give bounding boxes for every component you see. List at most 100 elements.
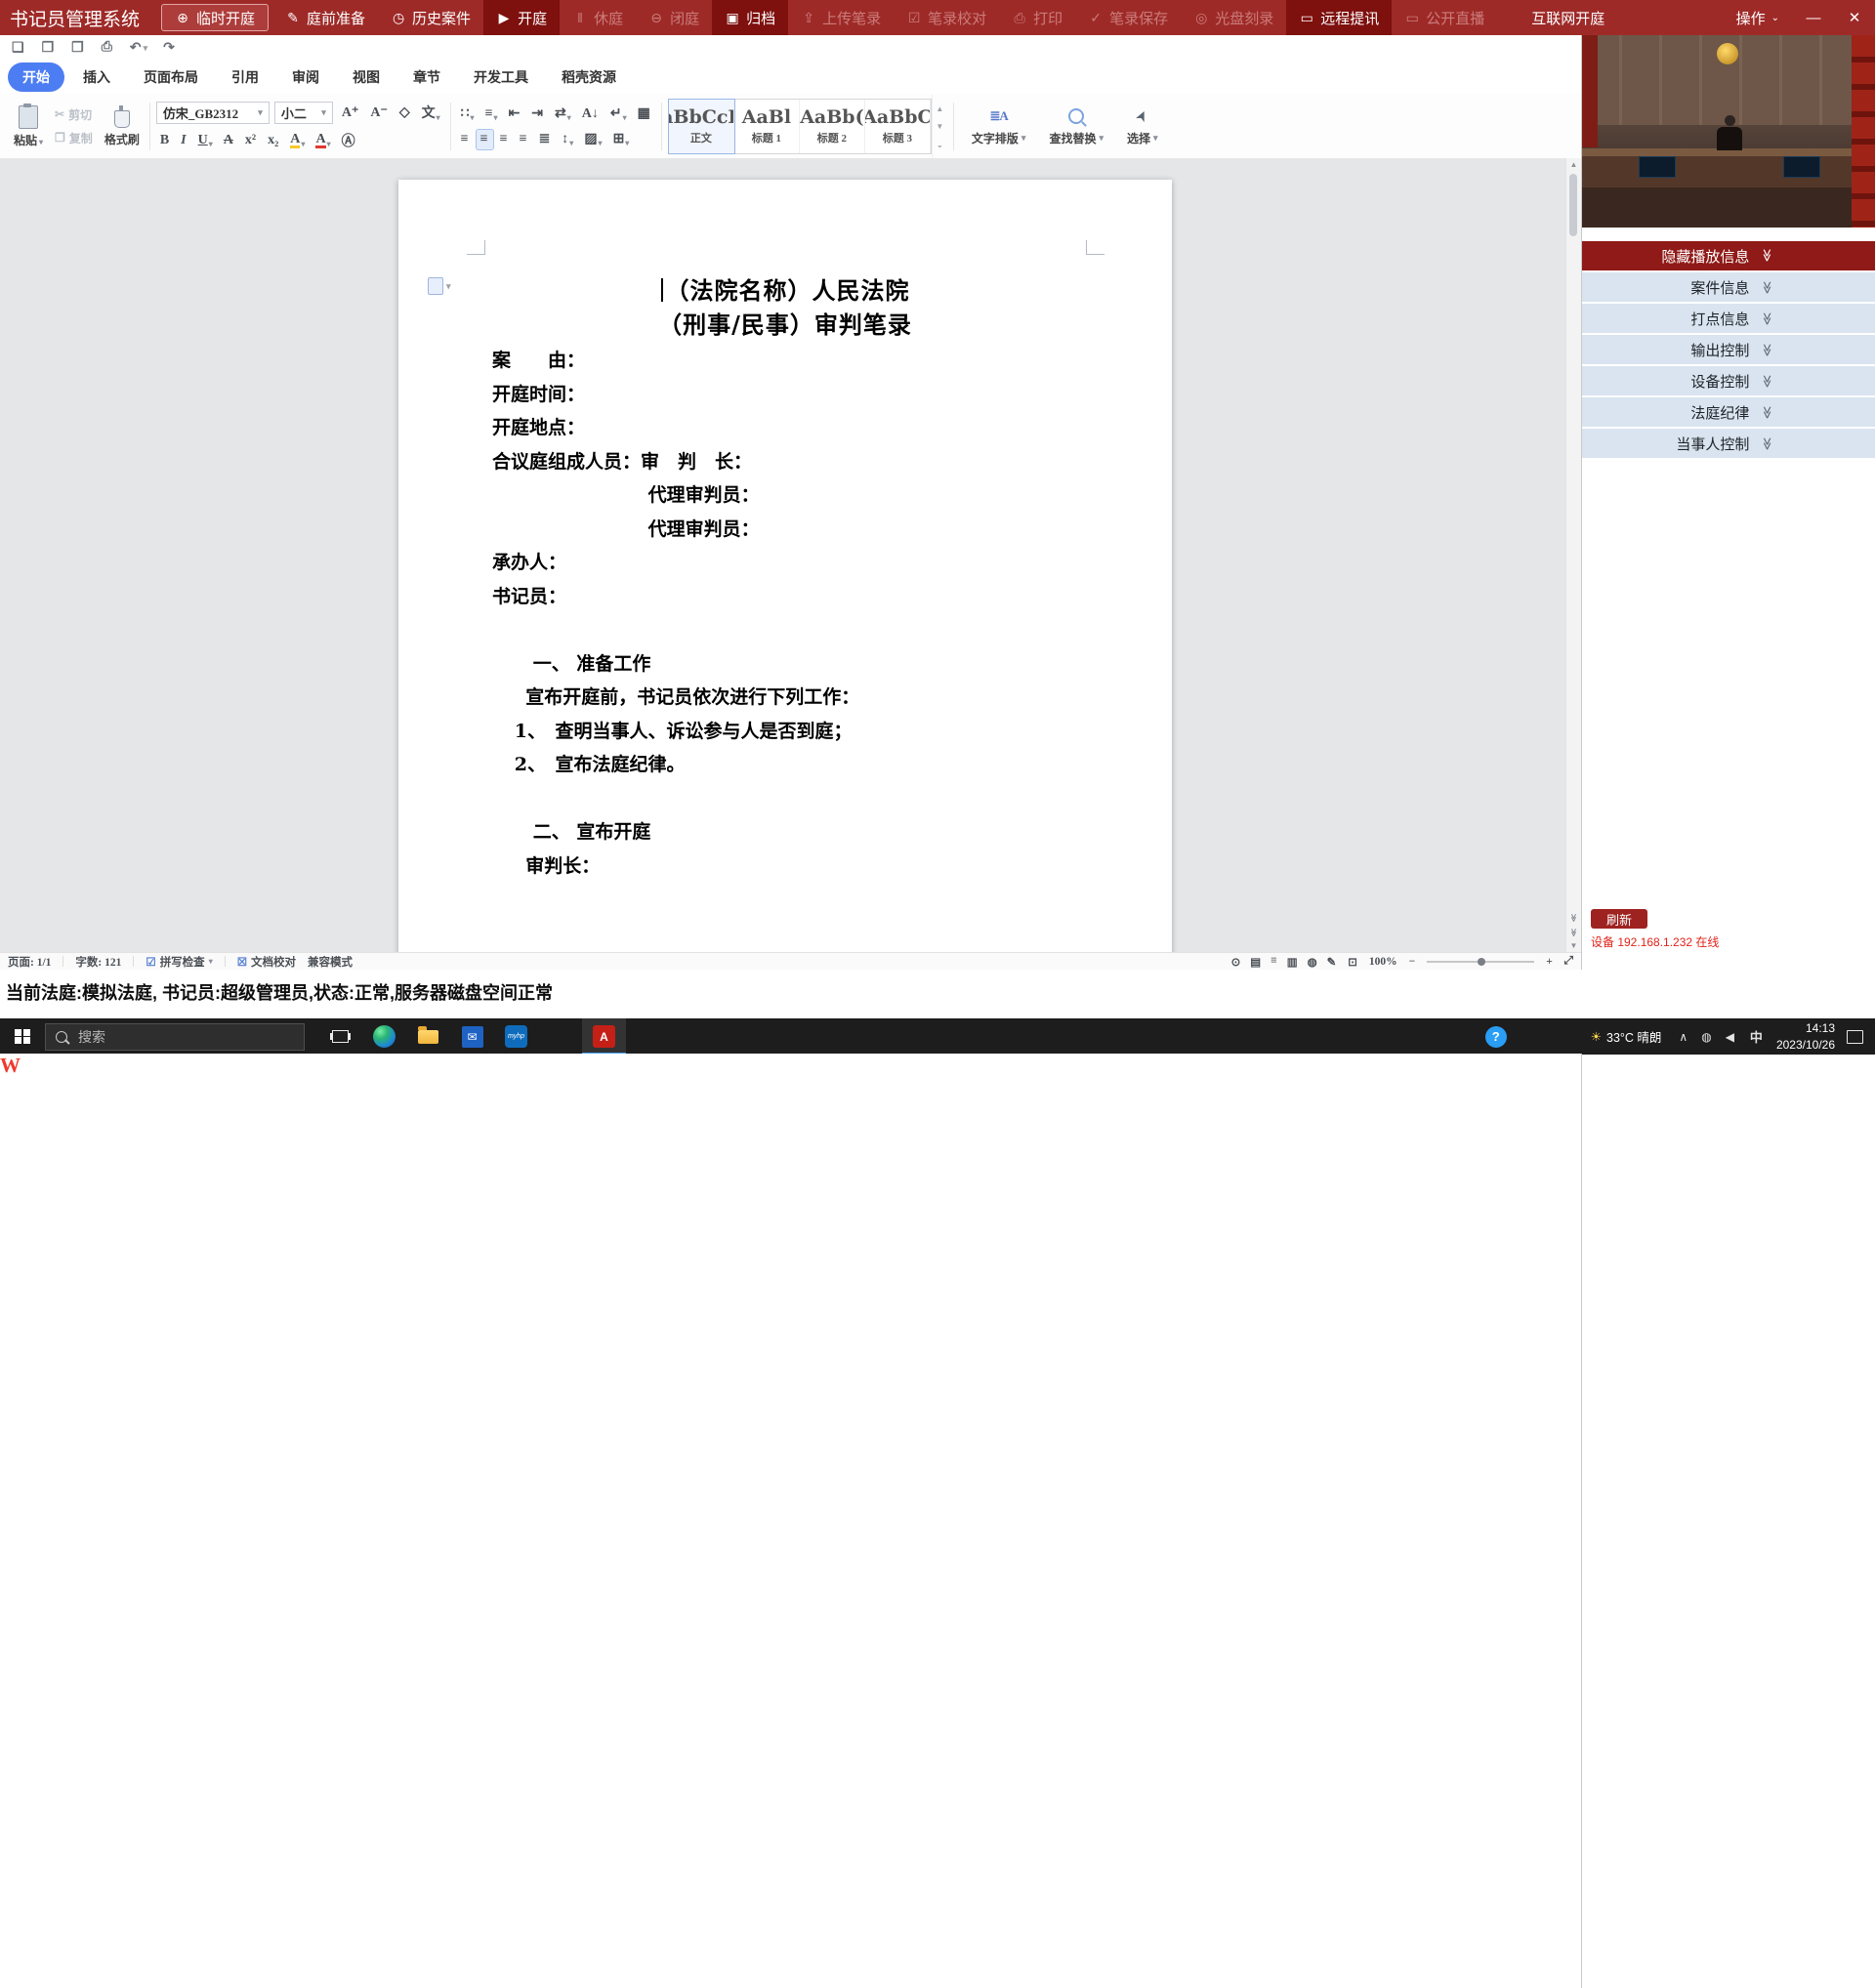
start-button[interactable] bbox=[0, 1018, 45, 1055]
font-size-select[interactable]: 小二▾ bbox=[274, 102, 333, 124]
document-page[interactable]: ▾ （法院名称）人民法院 （刑事/民事）审判笔录 案 由： 开庭时间： 开庭地点… bbox=[398, 180, 1172, 952]
view-mode-icon[interactable]: ≡ bbox=[1271, 955, 1277, 969]
minimize-button[interactable]: — bbox=[1793, 0, 1834, 35]
style-preset[interactable]: AaBb( 标题 2 bbox=[800, 100, 865, 153]
alignment-button[interactable]: ≡ bbox=[496, 130, 513, 149]
paragraph-tool-button[interactable]: ⇄ ▾ bbox=[551, 104, 575, 124]
previous-page-icon[interactable]: ≪ bbox=[1569, 915, 1578, 922]
alignment-button[interactable]: ▨ ▾ bbox=[580, 129, 605, 149]
font-format-button[interactable]: A bbox=[220, 131, 238, 150]
document-proofing-toggle[interactable]: ☒ 文档校对 bbox=[237, 954, 296, 970]
top-bar-button[interactable]: ☑ 笔录校对 bbox=[894, 0, 999, 35]
ribbon-tab[interactable]: 视图 bbox=[338, 62, 395, 92]
ribbon-tab[interactable]: 引用 bbox=[217, 62, 273, 92]
taskbar-app-button[interactable]: myhp bbox=[494, 1018, 538, 1055]
top-bar-button[interactable]: ▭ 公开直播 bbox=[1392, 0, 1497, 35]
taskbar-app-button[interactable] bbox=[318, 1018, 362, 1055]
top-bar-button[interactable]: ⊖ 闭庭 bbox=[636, 0, 712, 35]
ribbon-tab[interactable]: 插入 bbox=[68, 62, 125, 92]
font-format-button[interactable]: I bbox=[177, 131, 190, 150]
paragraph-tool-button[interactable]: A↓ bbox=[578, 104, 604, 124]
font-name-select[interactable]: 仿宋_GB2312▾ bbox=[156, 102, 270, 124]
close-button[interactable]: ✕ bbox=[1834, 0, 1875, 35]
top-bar-button[interactable]: ▭ 远程提讯 bbox=[1286, 0, 1392, 35]
panel-section-header[interactable]: 法庭纪律 ≫ bbox=[1582, 397, 1875, 427]
panel-section-header[interactable]: 设备控制 ≫ bbox=[1582, 366, 1875, 395]
cut-button[interactable]: ✂ 剪切 bbox=[55, 106, 93, 123]
ribbon-tab[interactable]: 开始 bbox=[8, 62, 64, 92]
paragraph-tool-button[interactable]: ∷ ▾ bbox=[457, 104, 479, 124]
font-format-button[interactable]: A ▾ bbox=[286, 131, 309, 150]
ribbon-tool-button[interactable]: 选择▾ bbox=[1115, 95, 1170, 158]
top-bar-button[interactable]: ◷ 历史案件 bbox=[378, 0, 483, 35]
vertical-scrollbar[interactable]: ▲ ≪ ≫ ▼ bbox=[1565, 158, 1581, 952]
zoom-fit-icon[interactable]: ⊡ bbox=[1348, 955, 1357, 969]
font-format-button[interactable]: B bbox=[156, 131, 174, 150]
font-tool-button[interactable]: A⁺ bbox=[338, 103, 364, 123]
zoom-out-button[interactable]: − bbox=[1409, 956, 1416, 968]
view-mode-icon[interactable]: ◍ bbox=[1308, 955, 1317, 969]
ribbon-tool-button[interactable]: 文字排版▾ bbox=[960, 95, 1038, 158]
zoom-slider[interactable] bbox=[1427, 961, 1534, 963]
alignment-button[interactable]: ≣ bbox=[535, 129, 556, 149]
quick-access-button[interactable]: ❐ bbox=[42, 40, 57, 57]
paragraph-tool-button[interactable]: ≡ ▾ bbox=[481, 104, 502, 124]
alignment-button[interactable]: ↕ ▾ bbox=[558, 130, 577, 149]
view-mode-icon[interactable]: ✎ bbox=[1327, 955, 1337, 969]
view-mode-icon[interactable]: ▥ bbox=[1287, 955, 1298, 969]
ribbon-tab[interactable]: 开发工具 bbox=[459, 62, 543, 92]
scroll-up-icon[interactable]: ▲ bbox=[1566, 160, 1581, 169]
ime-indicator[interactable]: 中 bbox=[1750, 1027, 1763, 1046]
panel-section-header[interactable]: 输出控制 ≫ bbox=[1582, 335, 1875, 364]
hide-playback-info-bar[interactable]: 隐藏播放信息 ≪ bbox=[1582, 241, 1875, 270]
quick-access-button[interactable]: ↶ ▾ bbox=[130, 40, 147, 57]
zoom-level[interactable]: 100% bbox=[1369, 956, 1397, 968]
ribbon-tab[interactable]: 稻壳资源 bbox=[547, 62, 631, 92]
alignment-button[interactable]: ≡ bbox=[477, 130, 493, 149]
scroll-down-icon[interactable]: ▼ bbox=[1570, 941, 1578, 950]
taskbar-app-button[interactable] bbox=[362, 1018, 406, 1055]
ribbon-tab[interactable]: 审阅 bbox=[277, 62, 334, 92]
paragraph-tool-button[interactable]: ▦ bbox=[634, 104, 655, 124]
top-bar-button[interactable]: ⊕ 临时开庭 bbox=[161, 4, 269, 31]
panel-section-header[interactable]: 打点信息 ≫ bbox=[1582, 304, 1875, 333]
tray-icon[interactable]: ◍ bbox=[1701, 1030, 1711, 1044]
top-bar-button[interactable]: ▶ 开庭 bbox=[483, 0, 560, 35]
alignment-button[interactable]: ⊞ ▾ bbox=[609, 129, 634, 149]
font-format-button[interactable]: Ⓐ bbox=[338, 129, 360, 152]
panel-section-header[interactable]: 当事人控制 ≫ bbox=[1582, 429, 1875, 458]
taskbar-app-button[interactable]: A bbox=[582, 1018, 626, 1055]
style-preset[interactable]: AaBl 标题 1 bbox=[734, 100, 800, 153]
font-tool-button[interactable]: A⁻ bbox=[366, 103, 393, 123]
format-painter-button[interactable]: 格式刷 bbox=[101, 105, 144, 147]
next-page-icon[interactable]: ≫ bbox=[1569, 929, 1578, 935]
search-input[interactable] bbox=[76, 1028, 275, 1046]
taskbar-app-button[interactable]: ✉ bbox=[450, 1018, 494, 1055]
font-tool-button[interactable]: ◇ bbox=[396, 103, 415, 123]
paragraph-tool-button[interactable]: ⇥ bbox=[527, 104, 548, 124]
taskbar-app-button[interactable] bbox=[406, 1018, 450, 1055]
copy-button[interactable]: ❐ 复制 bbox=[55, 130, 93, 146]
quick-access-button[interactable]: ⎙ bbox=[102, 40, 114, 56]
top-bar-button[interactable]: 互联网开庭 bbox=[1497, 0, 1617, 35]
quick-access-button[interactable]: ❏ bbox=[12, 40, 26, 57]
top-bar-button[interactable]: ‖ 休庭 bbox=[560, 0, 636, 35]
top-bar-button[interactable]: ◎ 光盘刻录 bbox=[1181, 0, 1286, 35]
tray-icon[interactable]: ∧ bbox=[1679, 1030, 1688, 1044]
operation-menu[interactable]: 操作 ⌄ bbox=[1723, 8, 1793, 28]
font-format-button[interactable]: U ▾ bbox=[194, 131, 217, 150]
zoom-slider-thumb[interactable] bbox=[1478, 958, 1485, 966]
font-format-button[interactable]: x² bbox=[241, 131, 261, 150]
ribbon-tab[interactable]: 章节 bbox=[398, 62, 455, 92]
paste-button[interactable]: 粘贴 ▾ bbox=[10, 105, 47, 148]
quick-access-button[interactable]: ❒ bbox=[71, 40, 86, 57]
fullscreen-icon[interactable]: ⤢ bbox=[1564, 955, 1573, 968]
scrollbar-thumb[interactable] bbox=[1569, 174, 1577, 236]
font-format-button[interactable]: A ▾ bbox=[312, 131, 334, 150]
font-tool-button[interactable]: 文 ▾ bbox=[418, 101, 444, 124]
font-format-button[interactable]: x₂ bbox=[264, 131, 283, 150]
quick-access-button[interactable]: ↷ bbox=[163, 40, 177, 57]
style-preset[interactable]: AaBbC 标题 3 bbox=[865, 100, 931, 153]
refresh-button[interactable]: 刷新 bbox=[1591, 909, 1647, 929]
view-mode-icon[interactable]: ▤ bbox=[1250, 955, 1261, 969]
